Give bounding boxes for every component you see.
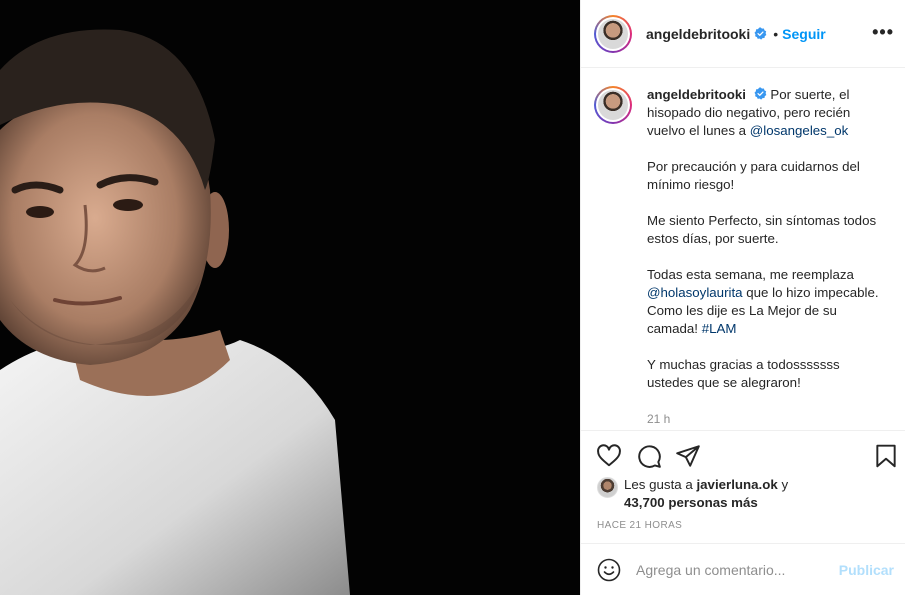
likes-mid: y <box>777 477 789 492</box>
post-caption: angeldebritooki Por suerte, el hisopado … <box>594 86 894 410</box>
author-username[interactable]: angeldebritooki <box>646 26 750 42</box>
post-age[interactable]: HACE 21 HORAS <box>597 520 682 531</box>
follow-button[interactable]: Seguir <box>782 26 826 42</box>
paper-plane-icon[interactable] <box>675 443 701 469</box>
mention-link[interactable]: @losangeles_ok <box>750 123 849 138</box>
post-side-panel: angeldebritooki • Seguir ••• angeldebrit… <box>580 0 905 595</box>
comment-bubble-icon[interactable] <box>636 443 662 469</box>
caption-paragraph-4: Todas esta semana, me reemplaza <box>647 267 854 282</box>
instagram-post-view: angeldebritooki • Seguir ••• angeldebrit… <box>0 0 905 595</box>
publish-button[interactable]: Publicar <box>839 562 894 578</box>
caption-paragraph-2: Por precaución y para cuidarnos del míni… <box>647 159 860 192</box>
more-options-icon[interactable]: ••• <box>872 22 894 43</box>
liker-username[interactable]: javierluna.ok <box>696 477 777 492</box>
caption-username[interactable]: angeldebritooki <box>647 87 746 102</box>
mention-link[interactable]: @holasoylaurita <box>647 285 743 300</box>
emoji-icon[interactable] <box>597 558 621 582</box>
caption-text: angeldebritooki Por suerte, el hisopado … <box>647 86 885 392</box>
liker-avatar[interactable] <box>597 477 618 498</box>
post-photo[interactable] <box>0 0 580 595</box>
post-header: angeldebritooki • Seguir ••• <box>581 0 905 68</box>
verified-badge-icon <box>754 27 767 40</box>
bookmark-icon[interactable] <box>873 443 899 469</box>
hashtag-link[interactable]: #LAM <box>702 321 737 336</box>
caption-paragraph-5: Y muchas gracias a todosssssss ustedes q… <box>647 357 840 390</box>
likes-prefix: Les gusta a <box>624 477 697 492</box>
caption-timestamp[interactable]: 21 h <box>647 412 670 426</box>
action-bar <box>581 430 905 478</box>
heart-icon[interactable] <box>596 443 622 469</box>
comment-input[interactable]: Agrega un comentario... <box>636 562 839 578</box>
caption-author-avatar[interactable] <box>594 86 632 124</box>
caption-paragraph-3: Me siento Perfecto, sin síntomas todos e… <box>647 213 877 246</box>
separator-dot: • <box>773 25 779 42</box>
likes-count[interactable]: 43,700 personas más <box>624 495 758 510</box>
likes-summary: Les gusta a javierluna.ok y 43,700 perso… <box>597 476 897 512</box>
verified-badge-icon <box>754 87 767 100</box>
portrait-image <box>0 0 580 595</box>
author-avatar[interactable] <box>594 14 632 53</box>
comment-form: Agrega un comentario... Publicar <box>581 543 905 595</box>
